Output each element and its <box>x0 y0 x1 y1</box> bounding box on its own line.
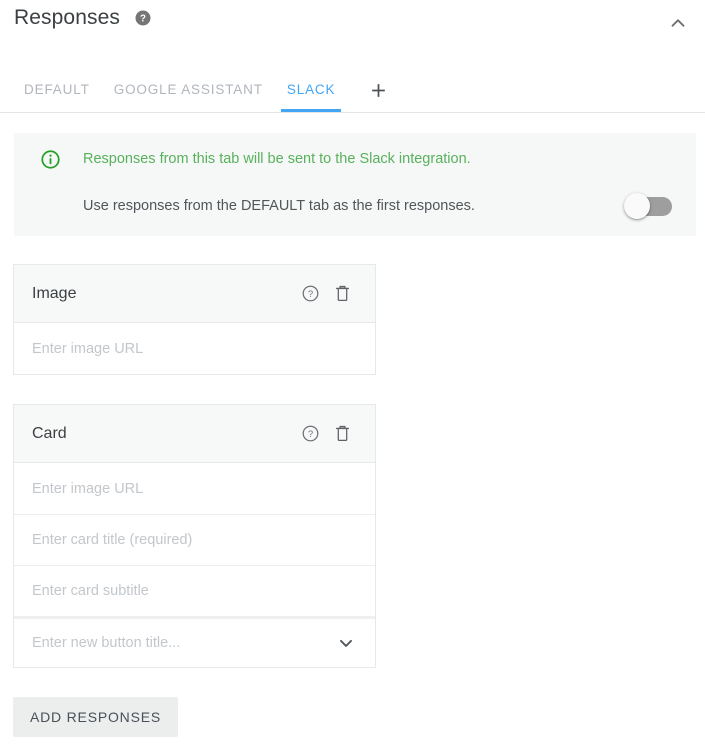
tabs-divider <box>0 112 705 113</box>
card-title-input[interactable] <box>32 532 312 548</box>
help-icon[interactable]: ? <box>134 9 152 27</box>
chevron-up-icon[interactable] <box>665 10 691 36</box>
trash-icon[interactable] <box>329 281 355 307</box>
field-row <box>14 565 375 616</box>
card-button-title-input[interactable] <box>32 635 312 651</box>
svg-text:?: ? <box>140 13 146 24</box>
tab-google-assistant[interactable]: GOOGLE ASSISTANT <box>102 68 275 112</box>
field-row <box>14 616 375 667</box>
card-title: Image <box>32 285 297 303</box>
toggle-knob <box>624 193 650 219</box>
banner-toggle-label: Use responses from the DEFAULT tab as th… <box>83 196 475 216</box>
page-title: Responses <box>14 6 120 30</box>
response-card-card: Card ? <box>13 404 376 668</box>
card-image-url-input[interactable] <box>32 481 312 497</box>
trash-icon[interactable] <box>329 421 355 447</box>
help-circle-outline-icon[interactable]: ? <box>297 421 323 447</box>
add-responses-button[interactable]: ADD RESPONSES <box>13 697 178 737</box>
panel-header: Responses ? <box>0 0 705 62</box>
tabs-bar: DEFAULT GOOGLE ASSISTANT SLACK <box>0 68 705 114</box>
info-circle-icon <box>33 149 67 170</box>
field-row <box>14 323 375 374</box>
plus-icon[interactable] <box>363 68 393 112</box>
use-default-responses-toggle[interactable] <box>624 193 672 219</box>
field-row <box>14 514 375 565</box>
response-card-image: Image ? <box>13 264 376 375</box>
card-subtitle-input[interactable] <box>32 583 312 599</box>
card-title: Card <box>32 425 297 443</box>
banner-message-row: Responses from this tab will be sent to … <box>14 145 471 173</box>
header-title-group: Responses ? <box>14 6 152 30</box>
integration-info-banner: Responses from this tab will be sent to … <box>14 133 696 236</box>
card-header: Image ? <box>14 265 375 323</box>
field-row <box>14 463 375 514</box>
banner-message: Responses from this tab will be sent to … <box>83 149 471 169</box>
tabs-row: DEFAULT GOOGLE ASSISTANT SLACK <box>12 68 393 112</box>
card-header: Card ? <box>14 405 375 463</box>
banner-toggle-row: Use responses from the DEFAULT tab as th… <box>14 191 696 221</box>
svg-text:?: ? <box>307 289 312 300</box>
image-url-input[interactable] <box>32 341 312 357</box>
tab-default[interactable]: DEFAULT <box>12 68 102 112</box>
help-circle-outline-icon[interactable]: ? <box>297 281 323 307</box>
responses-panel: Responses ? DEFAULT GOOGLE ASSISTANT SLA… <box>0 0 705 746</box>
svg-text:?: ? <box>307 429 312 440</box>
chevron-down-icon[interactable] <box>335 632 357 654</box>
tab-slack[interactable]: SLACK <box>275 68 348 112</box>
